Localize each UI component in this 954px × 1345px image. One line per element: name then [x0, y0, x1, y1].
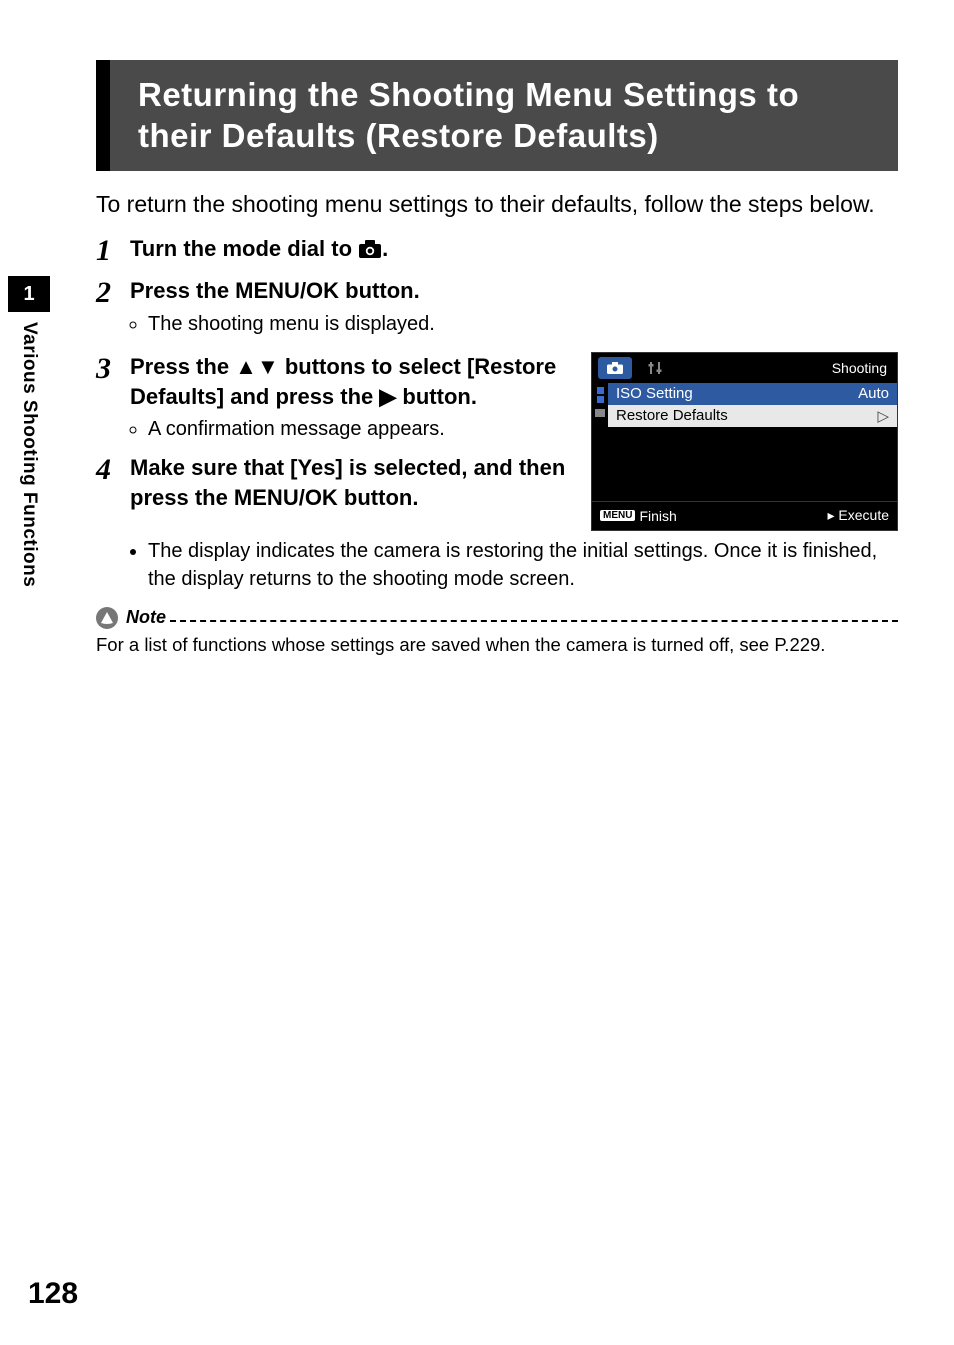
step-2: 2 Press the MENU/OK button. The shooting…	[96, 276, 898, 346]
step-1: 1 Turn the mode dial to .	[96, 234, 898, 271]
note-body: For a list of functions whose settings a…	[96, 633, 898, 657]
step-3-text: Press the ▲▼ buttons to select [Restore …	[130, 352, 573, 411]
note-icon	[96, 607, 118, 629]
screenshot-iso-value: Auto	[858, 385, 889, 402]
page-number: 128	[28, 1277, 78, 1311]
right-triangle-icon: ▶	[379, 384, 396, 409]
footer-execute: ▸ Execute	[827, 507, 889, 524]
menu-screenshot: Shooting ISO Setting Auto Restore Defaul…	[591, 352, 898, 531]
down-triangle-icon: ▼	[257, 354, 279, 379]
note-dash-rule	[170, 620, 898, 622]
sd-card-icon	[595, 409, 605, 417]
note-header: Note	[96, 607, 898, 629]
side-tab-label: Various Shooting Functions	[18, 322, 40, 587]
screenshot-row-restore: Restore Defaults ▷	[608, 405, 897, 427]
screenshot-footer: MENU Finish ▸ Execute	[592, 501, 897, 530]
step-2-sub: The shooting menu is displayed.	[148, 310, 898, 338]
step-number: 1	[96, 234, 130, 267]
step-4-text: Make sure that [Yes] is selected, and th…	[130, 453, 573, 512]
screenshot-title: Shooting	[832, 360, 887, 376]
up-triangle-icon: ▲	[235, 354, 257, 379]
screenshot-row-iso: ISO Setting Auto	[608, 383, 897, 405]
step-3-sub: A confirmation message appears.	[148, 415, 573, 443]
step-number: 2	[96, 276, 130, 309]
right-caret-icon: ▷	[877, 407, 889, 425]
screenshot-tab-bar: Shooting	[592, 353, 897, 383]
step-4-sub: The display indicates the camera is rest…	[148, 537, 898, 593]
step-1-text: Turn the mode dial to .	[130, 234, 898, 267]
menu-badge: MENU	[600, 510, 635, 521]
step-3-4-row: 3 Press the ▲▼ buttons to select [Restor…	[96, 352, 898, 531]
step-2-text: Press the MENU/OK button.	[130, 276, 898, 306]
section-title-banner: Returning the Shooting Menu Settings to …	[96, 60, 898, 171]
step-number: 4	[96, 453, 130, 486]
camera-icon	[358, 237, 382, 267]
screenshot-side-indicator	[592, 383, 608, 501]
camera-tab-icon	[598, 357, 632, 379]
note-label: Note	[126, 607, 166, 628]
footer-finish: Finish	[639, 508, 676, 524]
steps-list: 1 Turn the mode dial to . 2 Press the ME…	[96, 234, 898, 531]
side-tab: 1 Various Shooting Functions	[8, 276, 50, 587]
side-tab-number: 1	[8, 276, 50, 312]
intro-text: To return the shooting menu settings to …	[96, 189, 898, 220]
step-number: 3	[96, 352, 130, 385]
section-title: Returning the Shooting Menu Settings to …	[138, 74, 880, 157]
setup-tab-icon	[638, 357, 672, 379]
